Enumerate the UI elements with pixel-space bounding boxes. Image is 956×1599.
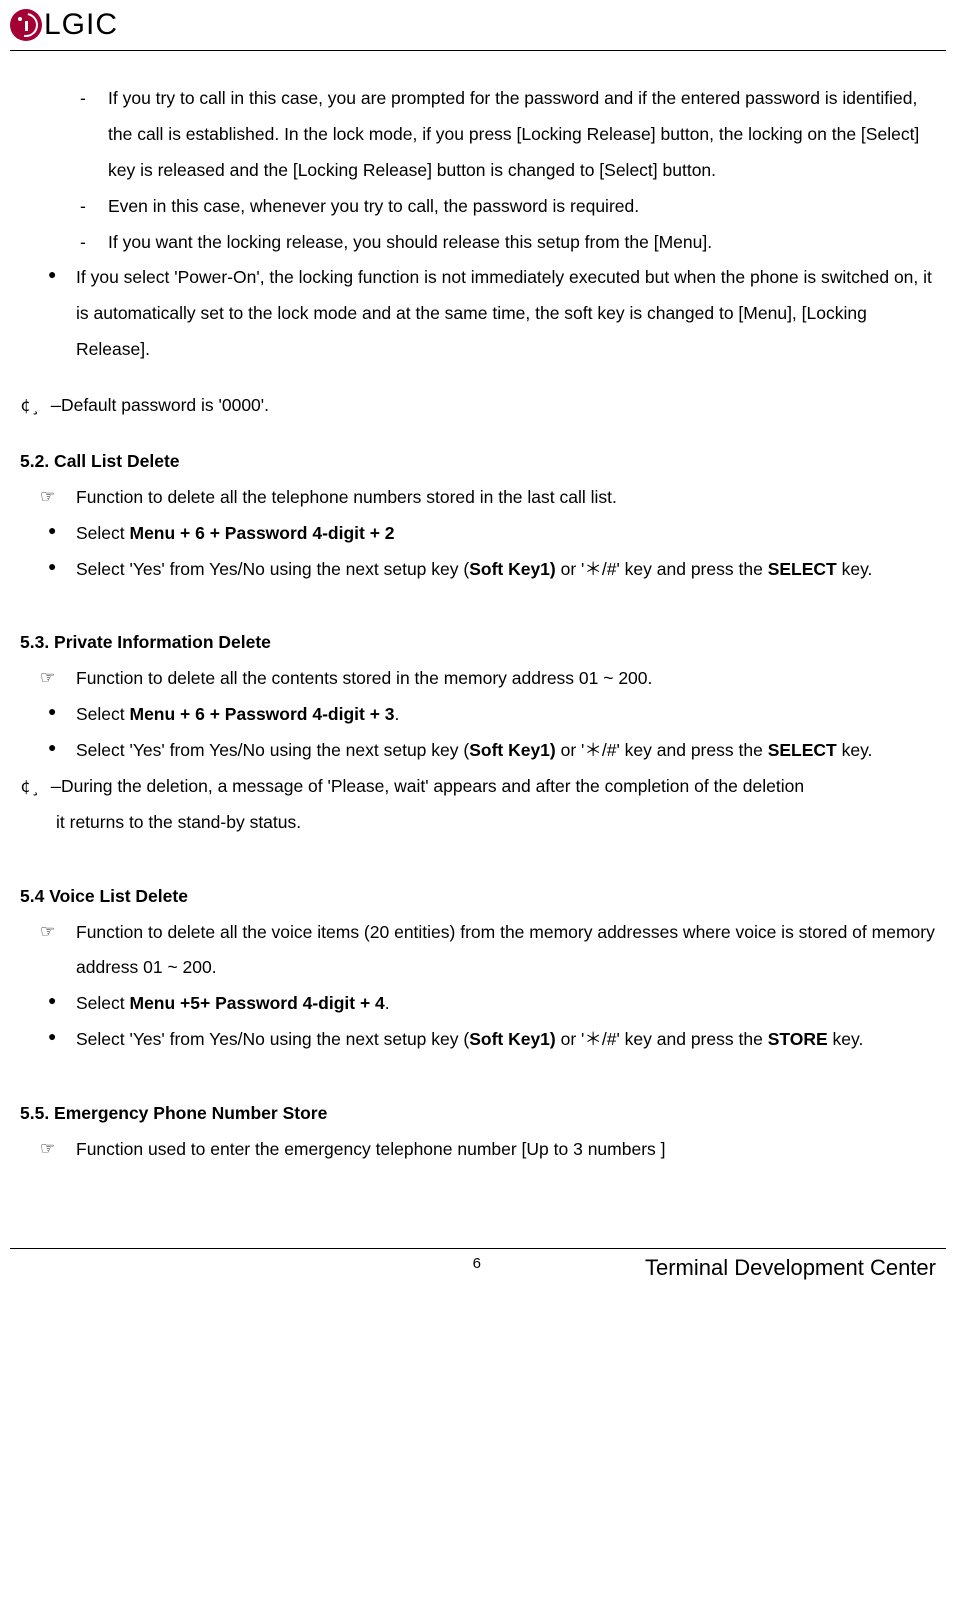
text: Select bbox=[76, 993, 130, 1013]
bullet-list: Select Menu + 6 + Password 4-digit + 2 S… bbox=[20, 516, 936, 588]
section-heading-5-2: 5.2. Call List Delete bbox=[20, 444, 936, 480]
footer-center-text: Terminal Development Center bbox=[645, 1255, 936, 1281]
list-item: Select 'Yes' from Yes/No using the next … bbox=[48, 1022, 936, 1058]
text: key. bbox=[837, 559, 873, 579]
dash-list: If you try to call in this case, you are… bbox=[20, 81, 936, 260]
bullet-list: If you select 'Power-On', the locking fu… bbox=[20, 260, 936, 368]
section-heading-5-5: 5.5. Emergency Phone Number Store bbox=[20, 1096, 936, 1132]
text-bold: Soft Key1) bbox=[469, 559, 556, 579]
text-bold: SELECT bbox=[768, 559, 837, 579]
list-item: Function to delete all the telephone num… bbox=[40, 480, 936, 516]
list-item: Select 'Yes' from Yes/No using the next … bbox=[48, 552, 936, 588]
text: Select bbox=[76, 523, 130, 543]
note-prefix: ¢¸ ― bbox=[20, 777, 61, 797]
list-item: Select Menu + 6 + Password 4-digit + 2 bbox=[48, 516, 936, 552]
note-text: During the deletion, a message of 'Pleas… bbox=[61, 776, 804, 796]
text-bold: SELECT bbox=[768, 740, 837, 760]
text: key. bbox=[837, 740, 873, 760]
list-item: Function used to enter the emergency tel… bbox=[40, 1132, 936, 1168]
list-item: If you select 'Power-On', the locking fu… bbox=[48, 260, 936, 368]
text: Select 'Yes' from Yes/No using the next … bbox=[76, 559, 469, 579]
lg-logo-icon bbox=[10, 9, 42, 41]
list-item: If you try to call in this case, you are… bbox=[80, 81, 936, 189]
text-bold: Menu +5+ Password 4-digit + 4 bbox=[130, 993, 385, 1013]
text-bold: STORE bbox=[768, 1029, 828, 1049]
text: or '＊/#' key and press the bbox=[556, 740, 768, 760]
note-prefix: ¢¸ ― bbox=[20, 396, 61, 416]
text: Select 'Yes' from Yes/No using the next … bbox=[76, 1029, 469, 1049]
page-number: 6 bbox=[473, 1255, 481, 1272]
list-item: Function to delete all the contents stor… bbox=[40, 661, 936, 697]
note-line: ¢¸ ―During the deletion, a message of 'P… bbox=[20, 769, 936, 805]
section-heading-5-3: 5.3. Private Information Delete bbox=[20, 625, 936, 661]
list-item: Select Menu +5+ Password 4-digit + 4. bbox=[48, 986, 936, 1022]
logo-text: LGIC bbox=[44, 8, 118, 42]
pointer-list: Function to delete all the telephone num… bbox=[20, 480, 936, 516]
text-bold: Menu + 6 + Password 4-digit + 3 bbox=[130, 704, 395, 724]
list-item: Select Menu + 6 + Password 4-digit + 3. bbox=[48, 697, 936, 733]
text: or '＊/#' key and press the bbox=[556, 1029, 768, 1049]
text: . bbox=[385, 993, 390, 1013]
text-bold: Soft Key1) bbox=[469, 1029, 556, 1049]
section-heading-5-4: 5.4 Voice List Delete bbox=[20, 879, 936, 915]
footer-area: 6 Terminal Development Center bbox=[10, 1248, 946, 1281]
list-item: Select 'Yes' from Yes/No using the next … bbox=[48, 733, 936, 769]
list-item: If you want the locking release, you sho… bbox=[80, 225, 936, 261]
footer: 6 Terminal Development Center bbox=[10, 1249, 946, 1281]
text-bold: Menu + 6 + Password 4-digit + 2 bbox=[130, 523, 395, 543]
bullet-list: Select Menu +5+ Password 4-digit + 4. Se… bbox=[20, 986, 936, 1058]
note-continuation: it returns to the stand-by status. bbox=[20, 805, 936, 841]
list-item: Even in this case, whenever you try to c… bbox=[80, 189, 936, 225]
header: LGIC bbox=[10, 8, 946, 50]
pointer-list: Function used to enter the emergency tel… bbox=[20, 1132, 936, 1168]
text: or '＊/#' key and press the bbox=[556, 559, 768, 579]
note-text: Default password is '0000'. bbox=[61, 395, 269, 415]
note-line: ¢¸ ―Default password is '0000'. bbox=[20, 388, 936, 424]
pointer-list: Function to delete all the contents stor… bbox=[20, 661, 936, 697]
bullet-list: Select Menu + 6 + Password 4-digit + 3. … bbox=[20, 697, 936, 769]
text: Select 'Yes' from Yes/No using the next … bbox=[76, 740, 469, 760]
text: Select bbox=[76, 704, 130, 724]
text-bold: Soft Key1) bbox=[469, 740, 556, 760]
list-item: Function to delete all the voice items (… bbox=[40, 915, 936, 987]
text: key. bbox=[828, 1029, 864, 1049]
document-body: If you try to call in this case, you are… bbox=[10, 51, 946, 1168]
text: . bbox=[395, 704, 400, 724]
pointer-list: Function to delete all the voice items (… bbox=[20, 915, 936, 987]
